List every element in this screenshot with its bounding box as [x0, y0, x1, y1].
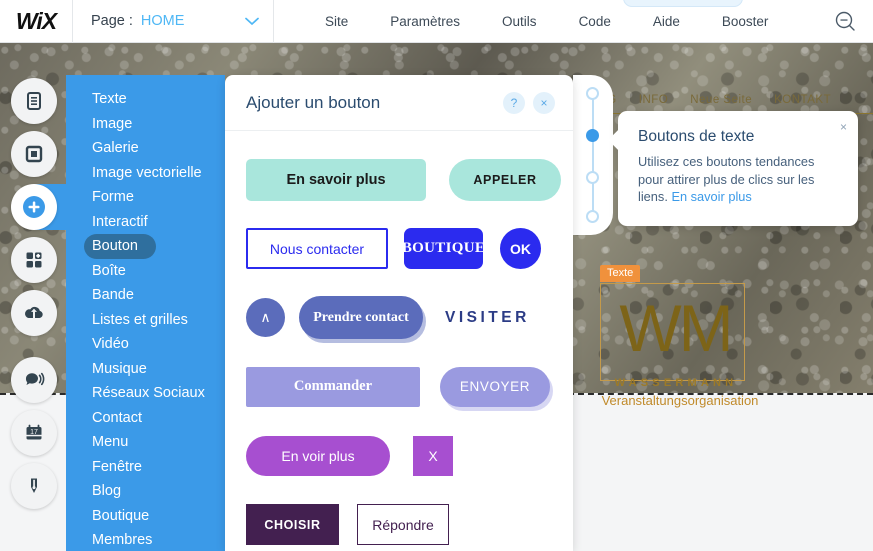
collapsed-panel-tab[interactable]: ^ — [623, 0, 743, 7]
topbar-menu-site[interactable]: Site — [304, 0, 369, 43]
plus-icon — [11, 184, 57, 230]
topbar-divider-2 — [273, 0, 274, 43]
category-item-r-seaux-sociaux[interactable]: Réseaux Sociaux — [66, 381, 225, 406]
button-boutique[interactable]: BOUTIQUE — [402, 228, 485, 269]
button-x[interactable]: X — [413, 435, 453, 476]
category-item-listes-et-grilles[interactable]: Listes et grilles — [66, 308, 225, 333]
wix-logo[interactable]: WiX — [0, 8, 72, 35]
site-nav-item-info[interactable]: INFO — [639, 94, 668, 106]
stepper-line — [592, 93, 594, 217]
button-commander[interactable]: Commander — [246, 366, 420, 407]
category-item-forme[interactable]: Forme — [66, 185, 225, 210]
cloud-upload-icon — [11, 290, 57, 336]
button-envoyer[interactable]: ENVOYER — [440, 366, 550, 407]
category-item-fen-tre[interactable]: Fenêtre — [66, 455, 225, 480]
pages-icon — [11, 78, 57, 124]
tooltip-body: Utilisez ces boutons tendances pour atti… — [638, 153, 840, 206]
add-element-category-menu[interactable]: Texte Image Galerie Image vectorielle Forme I… — [66, 75, 225, 551]
stepper-dot-1[interactable] — [586, 87, 599, 100]
button-row-2: Nous contacter BOUTIQUE OK — [246, 214, 573, 283]
button-row-5: En voir plus X — [246, 421, 573, 490]
stepper-dot-3[interactable] — [586, 171, 599, 184]
category-item-blog[interactable]: Blog — [66, 479, 225, 504]
site-logo-initials: WM — [619, 291, 733, 365]
category-item-vid-o[interactable]: Vidéo — [66, 332, 225, 357]
zoom-out-button[interactable] — [833, 9, 859, 35]
category-item-texte[interactable]: Texte — [66, 87, 225, 112]
button-ok[interactable]: OK — [500, 228, 541, 269]
button-repondre[interactable]: Répondre — [357, 504, 449, 545]
category-item-interactif[interactable]: Interactif — [66, 210, 225, 235]
button-appeler[interactable]: APPELER — [449, 158, 561, 201]
editor-left-rail: 17 — [8, 75, 74, 513]
selection-badge: Texte — [600, 265, 641, 282]
button-visiter[interactable]: VISITER — [445, 309, 530, 327]
editor-topbar: WiX Page : HOME Site Paramètres Outils Code… — [0, 0, 873, 43]
page-selector[interactable]: Page : HOME — [73, 0, 273, 43]
tooltip-close-icon[interactable]: × — [840, 120, 847, 134]
tooltip-learn-more-link[interactable]: En savoir plus — [671, 189, 751, 204]
category-item-image-vectorielle[interactable]: Image vectorielle — [66, 161, 225, 186]
category-item-galerie[interactable]: Galerie — [66, 136, 225, 161]
rail-item-background[interactable] — [8, 128, 60, 180]
panel-body: En savoir plus APPELER Nous contacter BO… — [225, 131, 573, 551]
button-prendre-contact[interactable]: Prendre contact — [299, 296, 423, 339]
apps-grid-plus-icon — [11, 237, 57, 283]
rail-divider — [8, 340, 62, 354]
section-stepper[interactable] — [573, 75, 613, 235]
button-row-1: En savoir plus APPELER — [246, 145, 573, 214]
category-item-boutique[interactable]: Boutique — [66, 504, 225, 529]
page-selector-label: Page : — [91, 13, 133, 29]
chevron-up-icon: ^ — [680, 0, 686, 6]
category-item-image[interactable]: Image — [66, 112, 225, 137]
rail-item-add-element[interactable] — [8, 181, 74, 233]
category-item-contact[interactable]: Contact — [66, 406, 225, 431]
panel-title: Ajouter un bouton — [246, 92, 381, 112]
chevron-down-icon — [245, 17, 259, 26]
site-nav-item-kontakt[interactable]: KONTAKT — [774, 94, 831, 106]
button-choisir[interactable]: CHOISIR — [246, 504, 339, 545]
category-item-bouton[interactable]: Bouton — [84, 234, 156, 259]
stepper-dot-2[interactable] — [586, 129, 599, 142]
button-row-3: ∧ Prendre contact VISITER — [246, 283, 573, 352]
site-nav-item-neue-seite[interactable]: Neue Seite — [690, 94, 752, 106]
calendar-17-icon: 17 — [11, 410, 57, 456]
rail-item-pages-menu[interactable] — [8, 75, 60, 127]
stepper-dot-4[interactable] — [586, 210, 599, 223]
pen-nib-icon — [11, 463, 57, 509]
chat-bubble-icon — [11, 357, 57, 403]
panel-header: Ajouter un bouton ? × — [225, 75, 573, 131]
topbar-menu-outils[interactable]: Outils — [481, 0, 558, 43]
rail-item-blog[interactable] — [8, 460, 60, 512]
site-logo-name: WASSERMANN — [614, 377, 738, 389]
background-square-icon — [11, 131, 57, 177]
button-en-voir-plus[interactable]: En voir plus — [246, 435, 390, 476]
info-tooltip: × Boutons de texte Utilisez ces boutons … — [608, 111, 858, 226]
category-item-membres[interactable]: Membres — [66, 528, 225, 551]
category-item-musique[interactable]: Musique — [66, 357, 225, 382]
help-button[interactable]: ? — [503, 91, 525, 114]
button-row-6: CHOISIR Répondre — [246, 490, 573, 551]
button-en-savoir-plus[interactable]: En savoir plus — [246, 158, 426, 201]
category-item-bande[interactable]: Bande — [66, 283, 225, 308]
close-button[interactable]: × — [533, 91, 555, 114]
topbar-menu-code[interactable]: Code — [558, 0, 632, 43]
tooltip-title: Boutons de texte — [638, 128, 755, 145]
site-logo-tagline: Veranstaltungsorganisation — [601, 393, 759, 408]
button-caret-up[interactable]: ∧ — [246, 298, 285, 337]
rail-item-chat[interactable] — [8, 354, 60, 406]
category-item-bo-te[interactable]: Boîte — [66, 259, 225, 284]
button-row-4: Commander ENVOYER — [246, 352, 573, 421]
rail-item-bookings[interactable]: 17 — [8, 407, 60, 459]
add-button-panel: Ajouter un bouton ? × En savoir plus APP… — [225, 75, 573, 551]
rail-item-my-uploads[interactable] — [8, 287, 60, 339]
topbar-menu-paramtres[interactable]: Paramètres — [369, 0, 481, 43]
svg-text:17: 17 — [30, 429, 38, 436]
button-nous-contacter[interactable]: Nous contacter — [246, 228, 388, 269]
rail-item-add-apps[interactable] — [8, 234, 60, 286]
category-item-menu[interactable]: Menu — [66, 430, 225, 455]
page-selector-value: HOME — [140, 13, 185, 29]
